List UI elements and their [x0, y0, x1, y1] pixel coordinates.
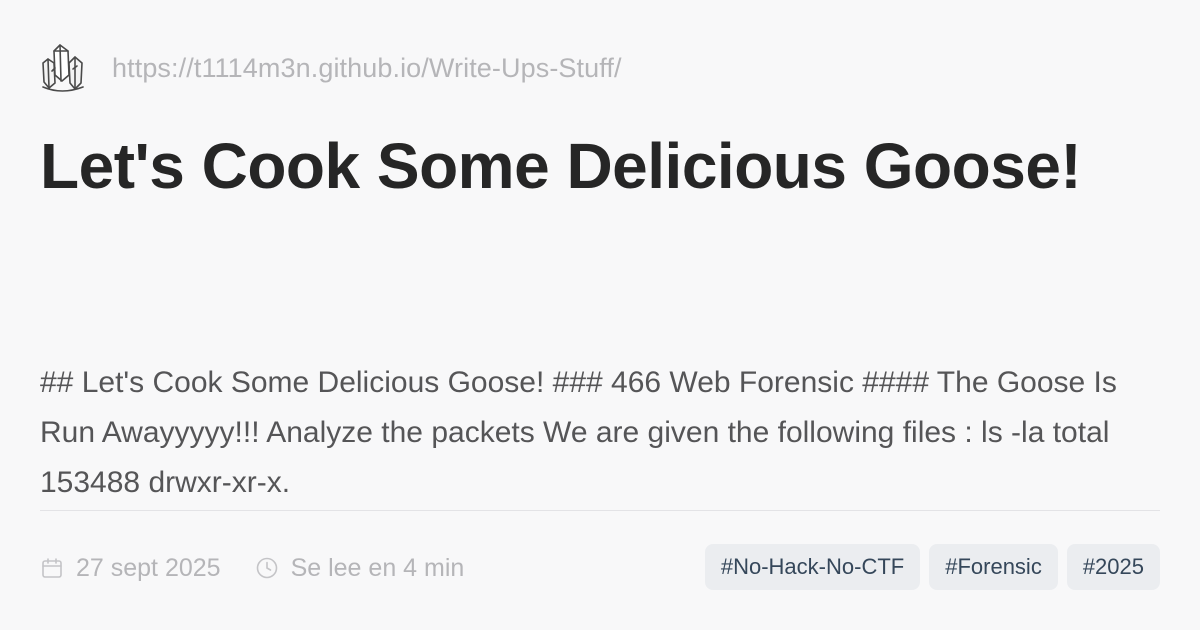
site-header: https://t1114m3n.github.io/Write-Ups-Stu…: [40, 40, 622, 96]
tag-list: #No-Hack-No-CTF #Forensic #2025: [696, 544, 1160, 590]
clock-icon: [255, 556, 279, 580]
reading-time-text: Se lee en 4 min: [290, 553, 465, 582]
post-date: 27 sept 2025: [40, 554, 221, 583]
post-excerpt: ## Let's Cook Some Delicious Goose! ### …: [40, 366, 1117, 499]
post-preview-card: https://t1114m3n.github.io/Write-Ups-Stu…: [40, 40, 1160, 600]
crystal-cluster-icon: [40, 40, 96, 96]
reading-time: Se lee en 4 min: [255, 553, 465, 583]
tag-2025[interactable]: #2025: [1066, 544, 1160, 590]
post-meta: 27 sept 2025 Se lee en 4 min: [40, 544, 464, 592]
site-url[interactable]: https://t1114m3n.github.io/Write-Ups-Stu…: [112, 53, 622, 84]
post-date-text: 27 sept 2025: [76, 553, 221, 582]
tag-forensic[interactable]: #Forensic: [929, 544, 1058, 590]
post-title[interactable]: Let's Cook Some Delicious Goose!: [40, 126, 1140, 206]
divider: [40, 510, 1160, 511]
calendar-icon: [40, 556, 64, 580]
tag-no-hack-no-ctf[interactable]: #No-Hack-No-CTF: [704, 544, 921, 590]
